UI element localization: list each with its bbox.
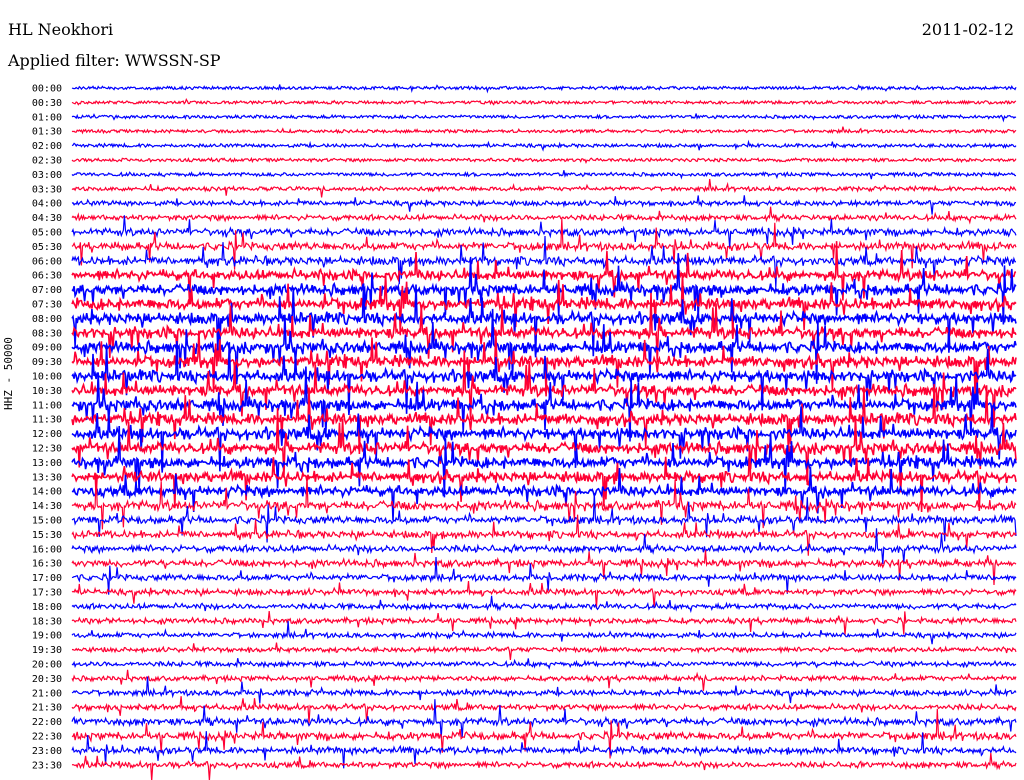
row-time-label: 20:30 bbox=[32, 674, 62, 685]
row-time-label: 19:30 bbox=[32, 645, 62, 656]
row-time-label: 22:30 bbox=[32, 732, 62, 743]
row-time-label: 08:30 bbox=[32, 328, 62, 339]
row-time-label: 13:00 bbox=[32, 458, 62, 469]
seismic-trace-row bbox=[71, 126, 1017, 135]
row-time-label: 07:30 bbox=[32, 300, 62, 311]
row-time-label: 12:30 bbox=[32, 444, 62, 455]
seismic-trace-row bbox=[71, 156, 1017, 164]
row-time-label: 13:30 bbox=[32, 472, 62, 483]
row-time-label: 04:00 bbox=[32, 199, 62, 210]
row-time-label: 00:30 bbox=[32, 98, 62, 109]
row-time-label: 10:00 bbox=[32, 372, 62, 383]
seismic-trace-row bbox=[71, 178, 1017, 198]
seismic-trace-row bbox=[71, 97, 1017, 106]
seismic-trace-row bbox=[71, 699, 1017, 739]
seismic-trace-row bbox=[71, 215, 1017, 248]
row-time-label: 09:00 bbox=[32, 343, 62, 354]
seismic-trace-row bbox=[71, 84, 1017, 94]
seismic-trace-row bbox=[71, 658, 1017, 670]
seismic-trace-row bbox=[71, 170, 1017, 180]
row-time-label: 06:00 bbox=[32, 256, 62, 267]
seismic-trace-row bbox=[71, 642, 1017, 660]
seismic-trace-row bbox=[71, 139, 1017, 152]
row-time-label: 12:00 bbox=[32, 429, 62, 440]
row-time-label: 01:00 bbox=[32, 112, 62, 123]
seismic-trace-row bbox=[71, 195, 1017, 215]
row-time-label: 06:30 bbox=[32, 271, 62, 282]
row-time-label: 14:00 bbox=[32, 487, 62, 498]
row-time-label: 18:30 bbox=[32, 616, 62, 627]
row-time-label: 01:30 bbox=[32, 127, 62, 138]
row-time-label: 19:00 bbox=[32, 631, 62, 642]
seismic-trace-row bbox=[71, 669, 1017, 691]
seismic-trace-row bbox=[71, 696, 1017, 724]
row-time-label: 15:30 bbox=[32, 530, 62, 541]
row-time-label: 16:00 bbox=[32, 544, 62, 555]
row-time-label: 14:30 bbox=[32, 501, 62, 512]
helicorder-plot: 00:00 00:30 01:00 01:30 02:00 02:30 03:00 03:30… bbox=[32, 84, 1017, 780]
row-time-label: 08:00 bbox=[32, 314, 62, 325]
seismic-trace-row bbox=[71, 206, 1017, 225]
row-time-label: 00:00 bbox=[32, 84, 62, 95]
row-time-label: 09:30 bbox=[32, 357, 62, 368]
seismic-trace-row bbox=[71, 752, 1017, 780]
row-time-label: 07:00 bbox=[32, 285, 62, 296]
row-time-label: 11:00 bbox=[32, 400, 62, 411]
row-time-label: 16:30 bbox=[32, 559, 62, 570]
row-time-label: 05:00 bbox=[32, 228, 62, 239]
row-time-label: 21:00 bbox=[32, 688, 62, 699]
row-time-label: 04:30 bbox=[32, 213, 62, 224]
row-time-label: 20:00 bbox=[32, 660, 62, 671]
row-time-label: 02:30 bbox=[32, 156, 62, 167]
seismic-trace-row bbox=[71, 113, 1017, 123]
seismic-trace-row bbox=[71, 676, 1017, 704]
seismic-trace-row bbox=[71, 253, 1017, 325]
row-time-label: 03:00 bbox=[32, 170, 62, 181]
seismic-trace-row bbox=[71, 550, 1017, 586]
row-time-label: 18:00 bbox=[32, 602, 62, 613]
row-time-label: 17:00 bbox=[32, 573, 62, 584]
row-time-label: 17:30 bbox=[32, 588, 62, 599]
row-time-label: 11:30 bbox=[32, 415, 62, 426]
row-time-label: 23:00 bbox=[32, 746, 62, 757]
row-time-label: 23:30 bbox=[32, 760, 62, 771]
row-time-label: 10:30 bbox=[32, 386, 62, 397]
row-time-label: 15:00 bbox=[32, 516, 62, 527]
seismic-trace-row bbox=[71, 610, 1017, 636]
row-time-label: 21:30 bbox=[32, 703, 62, 714]
row-time-label: 22:00 bbox=[32, 717, 62, 728]
row-time-label: 02:00 bbox=[32, 141, 62, 152]
row-time-label: 05:30 bbox=[32, 242, 62, 253]
seismic-trace-row bbox=[71, 595, 1017, 614]
row-time-label: 03:30 bbox=[32, 184, 62, 195]
